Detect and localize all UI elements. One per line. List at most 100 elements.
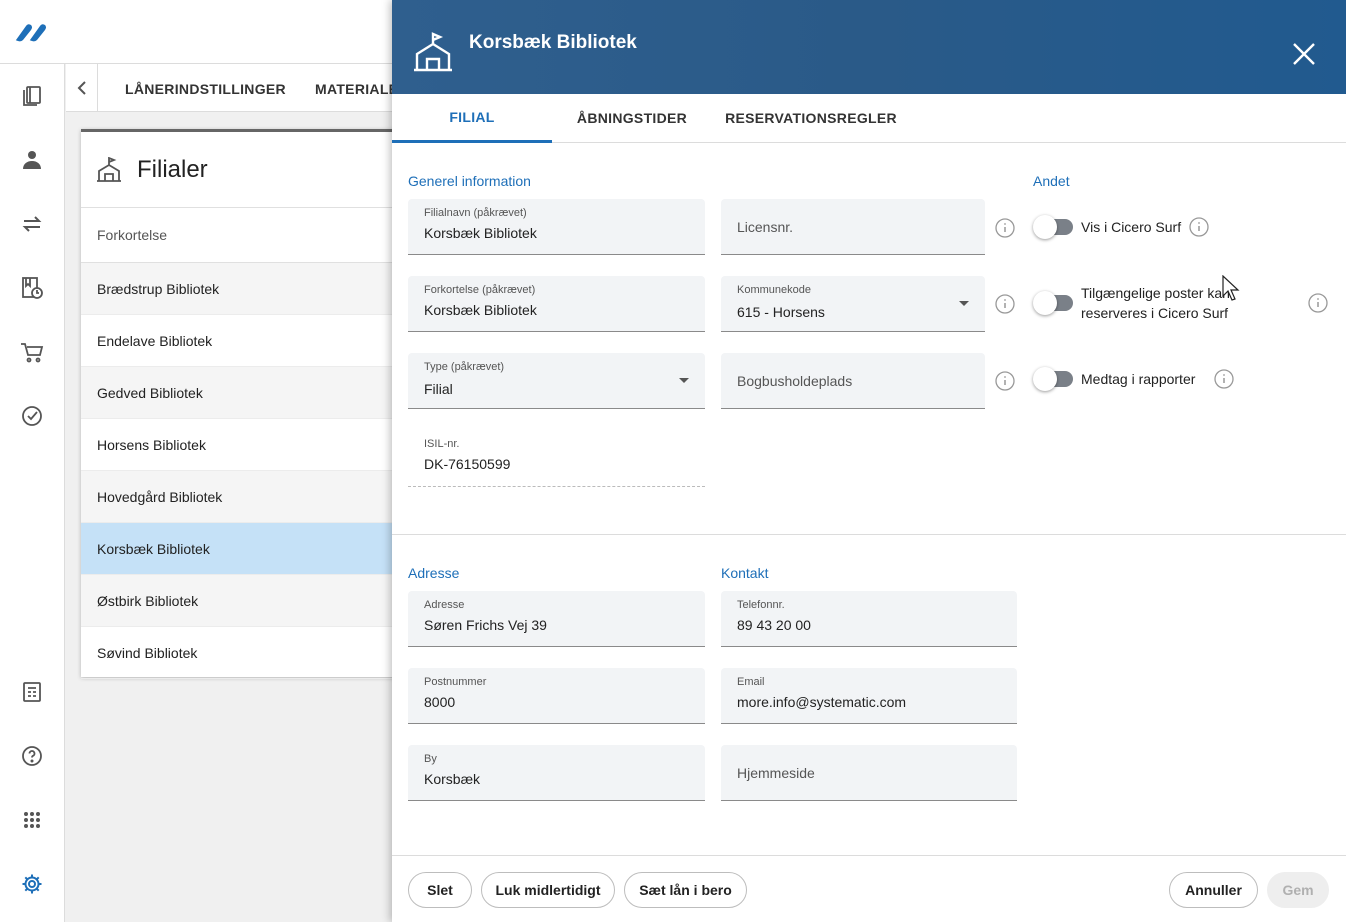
toggle-include-in-reports-label: Medtag i rapporter [1081,371,1196,387]
general-info-heading: Generel information [408,173,531,189]
mouse-cursor-icon [1222,275,1240,301]
toggle-reservable-label-line2: reserveres i Cicero Surf [1081,305,1229,321]
branch-row[interactable]: Hovedgård Bibliotek [81,471,401,523]
tab-filial[interactable]: FILIAL [392,94,552,143]
library-building-icon [97,156,121,182]
type-value: Filial [424,381,453,397]
drawer-header: Korsbæk Bibliotek [392,0,1346,94]
drawer-title: Korsbæk Bibliotek [469,32,637,53]
street-address-label: Adresse [424,599,465,611]
branches-card-header: Filialer [81,132,401,208]
branch-row[interactable]: Korsbæk Bibliotek [81,523,401,575]
branch-list: Brædstrup Bibliotek Endelave Bibliotek Ged… [81,263,401,679]
branch-row[interactable]: Endelave Bibliotek [81,315,401,367]
city-label: By [424,753,437,765]
street-address-value: Søren Frichs Vej 39 [424,617,547,633]
tab-opening-hours[interactable]: ÅBNINGSTIDER [552,94,712,142]
side-rail [0,64,65,922]
save-button[interactable]: Gem [1267,872,1329,908]
branch-row[interactable]: Gedved Bibliotek [81,367,401,419]
branch-row[interactable]: Søvind Bibliotek [81,627,401,679]
toggle-reservable-label-line1: Tilgængelige poster kan [1081,285,1230,301]
bookkeeping-field[interactable]: Bogbusholdeplads [721,353,985,409]
municipality-label: Kommunekode [737,284,811,296]
bookkeeping-placeholder: Bogbusholdeplads [737,373,853,389]
type-select[interactable]: Type (påkrævet) Filial [408,353,705,409]
branch-name-field[interactable]: Filialnavn (påkrævet) Korsbæk Bibliotek [408,199,705,255]
type-label: Type (påkrævet) [424,361,505,373]
cancel-button[interactable]: Annuller [1169,872,1258,908]
postcode-value: 8000 [424,694,456,710]
email-field[interactable]: Email more.info@systematic.com [721,668,1017,724]
municipality-value: 615 - Horsens [737,304,825,320]
phone-label: Telefonnr. [737,599,785,611]
calendar-clock-icon[interactable] [20,276,44,300]
toggle-show-in-cicero-surf-label: Vis i Cicero Surf [1081,219,1182,235]
toggle-show-in-cicero-surf[interactable] [1033,215,1073,239]
address-heading: Adresse [408,565,460,581]
drawer-tabs: FILIAL ÅBNINGSTIDER RESERVATIONSREGLER [392,94,1346,143]
abbreviation-field[interactable]: Forkortelse (påkrævet) Korsbæk Bibliotek [408,276,705,332]
close-icon[interactable] [1292,42,1316,66]
isil-label: ISIL-nr. [424,438,460,450]
phone-value: 89 43 20 00 [737,617,811,633]
phone-field[interactable]: Telefonnr. 89 43 20 00 [721,591,1017,647]
municipality-select[interactable]: Kommunekode 615 - Horsens [721,276,985,332]
license-number-placeholder: Licensnr. [737,219,794,235]
apps-grid-icon[interactable] [20,808,44,832]
report-icon[interactable] [20,680,44,704]
branch-drawer: Korsbæk Bibliotek FILIAL ÅBNINGSTIDER RE… [392,0,1346,922]
branches-card: Filialer Forkortelse Brædstrup Bibliotek… [81,129,401,679]
info-icon[interactable] [1308,293,1328,313]
branch-row[interactable]: Brædstrup Bibliotek [81,263,401,315]
info-icon[interactable] [995,371,1015,391]
books-icon[interactable] [20,84,44,108]
street-address-field[interactable]: Adresse Søren Frichs Vej 39 [408,591,705,647]
check-circle-icon[interactable] [20,404,44,428]
transfer-icon[interactable] [20,212,44,236]
website-placeholder: Hjemmeside [737,765,815,781]
city-value: Korsbæk [424,771,481,787]
website-field[interactable]: Hjemmeside [721,745,1017,801]
contact-heading: Kontakt [721,565,769,581]
chevron-left-icon [77,81,86,95]
email-value: more.info@systematic.com [737,694,907,710]
email-label: Email [737,676,765,688]
close-temporarily-button[interactable]: Luk midlertidigt [481,872,615,908]
toggle-include-in-reports[interactable] [1033,367,1073,391]
cart-icon[interactable] [20,340,44,364]
city-field[interactable]: By Korsbæk [408,745,705,801]
delete-button[interactable]: Slet [408,872,472,908]
info-icon[interactable] [1214,369,1234,389]
tabs-back-button[interactable] [66,64,98,112]
app-logo[interactable] [14,22,54,42]
help-icon[interactable] [20,744,44,768]
dropdown-arrow-icon [679,378,689,383]
dropdown-arrow-icon [959,301,969,306]
branch-name-value: Korsbæk Bibliotek [424,225,537,241]
isil-field: ISIL-nr. DK-76150599 [408,430,705,487]
branch-row[interactable]: Horsens Bibliotek [81,419,401,471]
library-building-icon [414,32,452,72]
license-number-field[interactable]: Licensnr. [721,199,985,255]
toggle-reservable-in-cicero-surf[interactable] [1033,291,1073,315]
gear-icon[interactable] [20,872,44,896]
info-icon[interactable] [995,294,1015,314]
patron-icon[interactable] [20,148,44,172]
info-icon[interactable] [1189,217,1209,237]
suspend-loans-button[interactable]: Sæt lån i bero [624,872,747,908]
info-icon[interactable] [995,218,1015,238]
abbreviation-label: Forkortelse (påkrævet) [424,284,536,296]
branch-name-label: Filialnavn (påkrævet) [424,207,527,219]
branch-row[interactable]: Østbirk Bibliotek [81,575,401,627]
section-divider [392,534,1346,535]
column-header-abbreviation[interactable]: Forkortelse [81,208,401,263]
isil-value: DK-76150599 [424,456,511,472]
postcode-field[interactable]: Postnummer 8000 [408,668,705,724]
tab-patron-settings[interactable]: LÅNERINDSTILLINGER [125,81,286,97]
postcode-label: Postnummer [424,676,487,688]
branches-card-title: Filialer [137,155,208,183]
tab-reservation-rules[interactable]: RESERVATIONSREGLER [712,94,910,142]
drawer-footer: Slet Luk midlertidigt Sæt lån i bero Ann… [392,855,1346,922]
other-heading: Andet [1033,173,1070,189]
